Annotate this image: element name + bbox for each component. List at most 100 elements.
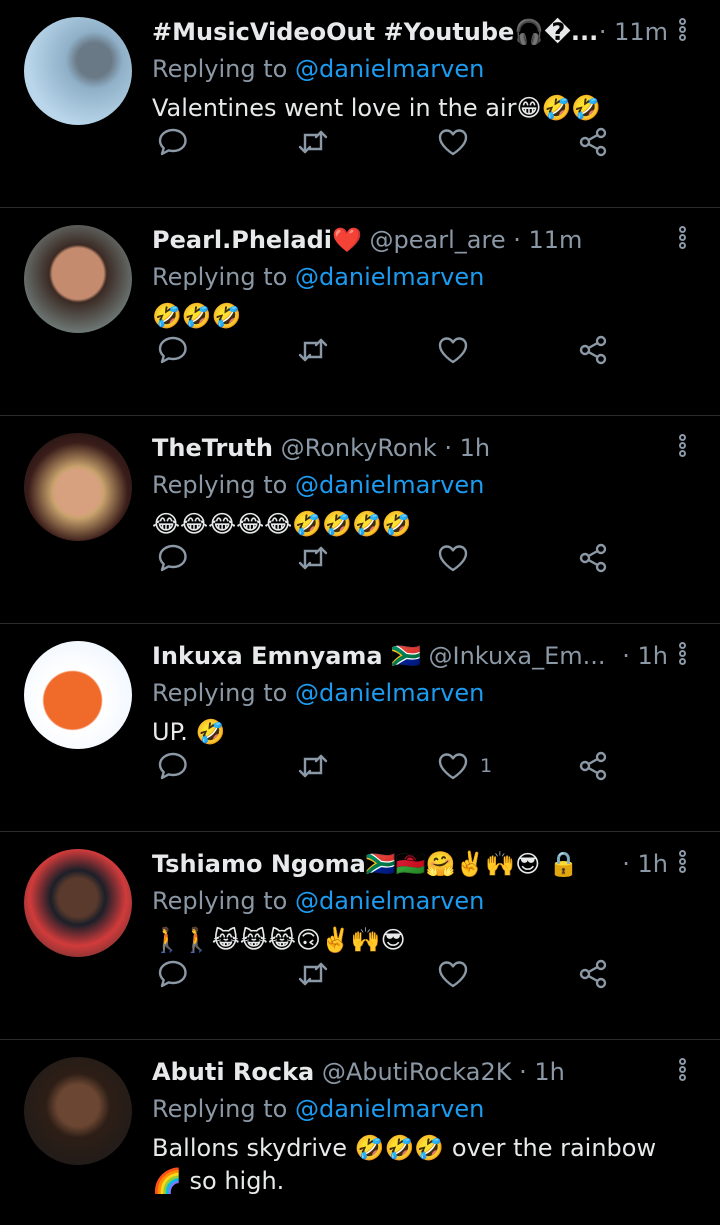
tweet-reply[interactable]: Abuti Rocka @AbutiRocka2K · 1h Replying … xyxy=(0,1040,720,1225)
heart-icon xyxy=(436,957,470,991)
reply-icon xyxy=(156,333,190,367)
tweet-text: 🤣🤣🤣 xyxy=(152,302,242,330)
like-button[interactable]: 1 xyxy=(436,749,492,783)
tweet-header: Inkuxa Emnyama 🇿🇦 @Inkuxa_Em... xyxy=(152,641,640,671)
replying-to: Replying to @danielmarven xyxy=(152,470,484,500)
avatar[interactable] xyxy=(24,641,132,749)
retweet-button[interactable] xyxy=(296,333,330,367)
replying-prefix: Replying to xyxy=(152,263,288,291)
tweet-reply[interactable]: #MusicVideoOut #Youtube🎧�... · 11m Reply… xyxy=(0,0,720,208)
mention-link[interactable]: @danielmarven xyxy=(295,1095,484,1123)
mention-link[interactable]: @danielmarven xyxy=(295,263,484,291)
reply-icon xyxy=(156,749,190,783)
more-options-icon[interactable] xyxy=(674,18,690,46)
tweet-actions xyxy=(152,957,622,991)
user-handle[interactable]: @RonkyRonk xyxy=(281,434,437,462)
reply-button[interactable] xyxy=(156,541,190,575)
share-icon xyxy=(576,541,610,575)
tweet-reply[interactable]: Tshiamo Ngoma🇿🇦🇲🇼🤗✌️🙌😎 🔒 · 1h Replying t… xyxy=(0,832,720,1040)
replying-to: Replying to @danielmarven xyxy=(152,54,484,84)
mention-link[interactable]: @danielmarven xyxy=(295,887,484,915)
timestamp: 1h xyxy=(459,434,491,462)
share-button[interactable] xyxy=(576,333,610,367)
retweet-button[interactable] xyxy=(296,749,330,783)
reply-button[interactable] xyxy=(156,957,190,991)
share-button[interactable] xyxy=(576,749,610,783)
more-options-icon[interactable] xyxy=(674,434,690,462)
replying-prefix: Replying to xyxy=(152,471,288,499)
timestamp: · 11m xyxy=(598,18,668,46)
display-name[interactable]: Inkuxa Emnyama 🇿🇦 xyxy=(152,642,421,670)
tweet-text: 🚶🚶😹😹😹🙃✌️🙌😎 xyxy=(152,926,406,954)
tweet-header: TheTruth @RonkyRonk · 1h xyxy=(152,433,640,463)
tweet-actions xyxy=(152,125,622,159)
retweet-button[interactable] xyxy=(296,957,330,991)
mention-link[interactable]: @danielmarven xyxy=(295,679,484,707)
user-handle[interactable]: @pearl_are xyxy=(370,226,506,254)
retweet-icon xyxy=(296,957,330,991)
tweet-actions xyxy=(152,333,622,367)
like-button[interactable] xyxy=(436,957,480,991)
share-button[interactable] xyxy=(576,541,610,575)
timestamp: 1h xyxy=(534,1058,565,1086)
user-handle[interactable]: @AbutiRocka2K xyxy=(322,1058,512,1086)
display-name[interactable]: Abuti Rocka xyxy=(152,1058,314,1086)
tweet-actions: 1 xyxy=(152,749,622,783)
display-name[interactable]: Pearl.Pheladi❤️ xyxy=(152,226,362,254)
share-button[interactable] xyxy=(576,125,610,159)
timestamp: 11m xyxy=(528,226,583,254)
replying-prefix: Replying to xyxy=(152,55,288,83)
display-name[interactable]: #MusicVideoOut #Youtube🎧�... xyxy=(152,18,598,46)
more-options-icon[interactable] xyxy=(674,642,690,670)
like-count: 1 xyxy=(480,755,493,777)
retweet-button[interactable] xyxy=(296,125,330,159)
heart-icon xyxy=(436,125,470,159)
more-options-icon[interactable] xyxy=(674,1058,690,1086)
like-button[interactable] xyxy=(436,333,480,367)
retweet-icon xyxy=(296,333,330,367)
more-options-icon[interactable] xyxy=(674,850,690,878)
timestamp: · 1h xyxy=(622,850,668,878)
display-name[interactable]: TheTruth xyxy=(152,434,273,462)
reply-icon xyxy=(156,125,190,159)
heart-icon xyxy=(436,749,470,783)
share-icon xyxy=(576,749,610,783)
replying-to: Replying to @danielmarven xyxy=(152,1094,484,1124)
tweet-reply[interactable]: Pearl.Pheladi❤️ @pearl_are · 11m Replyin… xyxy=(0,208,720,416)
avatar[interactable] xyxy=(24,433,132,541)
reply-icon xyxy=(156,957,190,991)
tweet-header: Tshiamo Ngoma🇿🇦🇲🇼🤗✌️🙌😎 🔒 xyxy=(152,849,640,879)
avatar[interactable] xyxy=(24,1057,132,1165)
more-options-icon[interactable] xyxy=(674,226,690,254)
tweet-header: Abuti Rocka @AbutiRocka2K · 1h xyxy=(152,1057,640,1087)
replying-prefix: Replying to xyxy=(152,679,288,707)
tweet-text: Valentines went love in the air😁🤣🤣 xyxy=(152,94,602,122)
tweet-reply[interactable]: Inkuxa Emnyama 🇿🇦 @Inkuxa_Em... · 1h Rep… xyxy=(0,624,720,832)
mention-link[interactable]: @danielmarven xyxy=(295,471,484,499)
retweet-icon xyxy=(296,541,330,575)
reply-button[interactable] xyxy=(156,125,190,159)
avatar[interactable] xyxy=(24,225,132,333)
tweet-reply[interactable]: TheTruth @RonkyRonk · 1h Replying to @da… xyxy=(0,416,720,624)
share-button[interactable] xyxy=(576,957,610,991)
tweet-header: Pearl.Pheladi❤️ @pearl_are · 11m xyxy=(152,225,640,255)
retweet-icon xyxy=(296,125,330,159)
like-button[interactable] xyxy=(436,125,480,159)
timestamp: · 1h xyxy=(622,642,668,670)
tweet-text: UP. 🤣 xyxy=(152,718,226,746)
tweet-text: Ballons skydrive 🤣🤣🤣 over the rainbow 🌈 … xyxy=(152,1134,657,1195)
retweet-button[interactable] xyxy=(296,541,330,575)
reply-button[interactable] xyxy=(156,749,190,783)
mention-link[interactable]: @danielmarven xyxy=(295,55,484,83)
tweet-actions xyxy=(152,541,622,575)
display-name[interactable]: Tshiamo Ngoma🇿🇦🇲🇼🤗✌️🙌😎 🔒 xyxy=(152,850,578,878)
user-handle[interactable]: @Inkuxa_Em... xyxy=(429,642,606,670)
avatar[interactable] xyxy=(24,849,132,957)
replying-to: Replying to @danielmarven xyxy=(152,678,484,708)
reply-feed: #MusicVideoOut #Youtube🎧�... · 11m Reply… xyxy=(0,0,720,1225)
reply-button[interactable] xyxy=(156,333,190,367)
share-icon xyxy=(576,125,610,159)
like-button[interactable] xyxy=(436,541,480,575)
replying-prefix: Replying to xyxy=(152,1095,288,1123)
avatar[interactable] xyxy=(24,17,132,125)
